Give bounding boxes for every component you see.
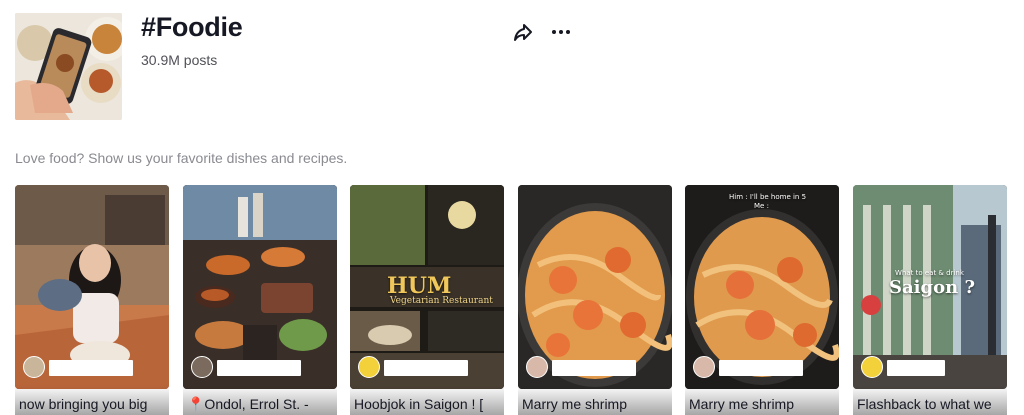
- video-card[interactable]: now bringing you big: [15, 185, 169, 415]
- tag-header: #Foodie 30.9M posts: [0, 0, 1024, 130]
- video-card[interactable]: What to eat & drink Saigon ? Flashback t…: [853, 185, 1007, 415]
- author-name-redacted[interactable]: [217, 360, 301, 376]
- avatar[interactable]: [526, 356, 548, 378]
- avatar[interactable]: [23, 356, 45, 378]
- tag-description: Love food? Show us your favorite dishes …: [15, 150, 348, 166]
- author-name-redacted[interactable]: [887, 360, 945, 376]
- video-card[interactable]: Marry me shrimp: [518, 185, 672, 415]
- tag-title: #Foodie: [141, 12, 243, 42]
- video-card[interactable]: 📍Ondol, Errol St. -: [183, 185, 337, 415]
- overlay-title: Saigon ?: [889, 277, 975, 298]
- overlay-line-1: What to eat & drink: [895, 269, 964, 277]
- author-name-redacted[interactable]: [552, 360, 636, 376]
- avatar[interactable]: [861, 356, 883, 378]
- overlay-line-1: Him : I'll be home in 5: [729, 193, 807, 201]
- author-name-redacted[interactable]: [719, 360, 803, 376]
- video-caption[interactable]: Hoobjok in Saigon ! [: [354, 396, 504, 412]
- video-card[interactable]: HUM Vegetarian Restaurant Hoobjok in Sai…: [350, 185, 504, 415]
- video-grid: now bringing you big 📍Ondol, Errol St. -…: [15, 185, 1015, 415]
- avatar[interactable]: [693, 356, 715, 378]
- post-count: 30.9M posts: [141, 52, 218, 68]
- video-card[interactable]: Him : I'll be home in 5 Me : Marry me sh…: [685, 185, 839, 415]
- video-caption[interactable]: Marry me shrimp: [522, 396, 672, 412]
- avatar[interactable]: [191, 356, 213, 378]
- more-options-button[interactable]: [547, 20, 575, 48]
- video-caption[interactable]: Flashback to what we: [857, 396, 1007, 412]
- share-icon: [512, 21, 534, 48]
- video-caption[interactable]: Marry me shrimp: [689, 396, 839, 412]
- overlay-line-2: Me :: [754, 202, 769, 210]
- author-name-redacted[interactable]: [384, 360, 468, 376]
- author-name-redacted[interactable]: [49, 360, 133, 376]
- video-caption[interactable]: now bringing you big: [19, 396, 169, 412]
- avatar[interactable]: [358, 356, 380, 378]
- tag-cover-image: [15, 13, 122, 120]
- overlay-subtitle: Vegetarian Restaurant: [390, 296, 493, 306]
- share-button[interactable]: [509, 20, 537, 48]
- more-icon: [550, 21, 572, 48]
- video-caption[interactable]: 📍Ondol, Errol St. -: [187, 396, 337, 413]
